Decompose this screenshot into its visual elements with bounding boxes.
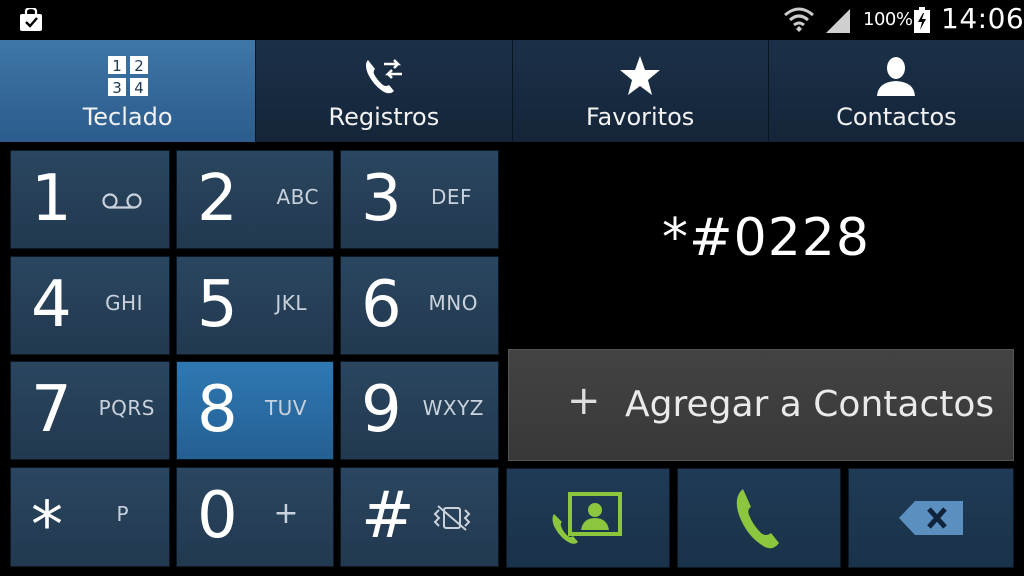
key-digit: 0: [197, 479, 238, 553]
svg-text:1: 1: [112, 57, 122, 75]
key-4[interactable]: 4 GHI: [10, 256, 170, 355]
key-hash[interactable]: #: [340, 467, 499, 567]
star-icon: [620, 56, 661, 95]
key-digit: *: [31, 489, 63, 563]
key-8[interactable]: 8 TUV: [176, 361, 334, 460]
keypad-icon: 1 2 3 4: [107, 56, 148, 97]
key-letters: GHI: [105, 291, 143, 315]
key-digit: 5: [197, 268, 238, 342]
key-letters: JKL: [275, 291, 307, 315]
status-bar: 100% 14:06: [0, 0, 1024, 40]
key-digit: 6: [361, 268, 402, 342]
voicemail-icon: [102, 193, 142, 209]
key-digit: 7: [31, 373, 72, 447]
tab-favoritos[interactable]: Favoritos: [512, 40, 769, 142]
key-letters: DEF: [430, 185, 472, 209]
key-6[interactable]: 6 MNO: [340, 256, 499, 355]
tab-label: Registros: [328, 103, 440, 131]
signal-strength-icon: [826, 9, 850, 33]
tab-contactos[interactable]: Contactos: [768, 40, 1024, 142]
dialer-tabs: 1 2 3 4 Teclado Registros Favoritos Cont…: [0, 40, 1024, 142]
key-digit: 1: [31, 162, 72, 236]
key-letters: MNO: [428, 291, 478, 315]
call-button[interactable]: [677, 468, 841, 568]
plus-icon: +: [567, 378, 601, 424]
svg-text:3: 3: [112, 79, 122, 97]
key-digit: #: [361, 479, 415, 553]
dialed-number-display: *#0228: [662, 208, 870, 268]
key-letters: ABC: [276, 185, 319, 209]
key-letters: TUV: [264, 396, 307, 420]
add-to-contacts-label: Agregar a Contactos: [625, 384, 995, 425]
wifi-icon: [784, 7, 814, 32]
clock: 14:06: [941, 2, 1024, 35]
video-call-button[interactable]: [506, 468, 670, 568]
battery-charging-icon: [914, 7, 930, 33]
key-letters: PQRS: [98, 396, 155, 420]
key-9[interactable]: 9 WXYZ: [340, 361, 499, 460]
tab-registros[interactable]: Registros: [256, 40, 513, 142]
key-digit: 3: [361, 162, 402, 236]
tab-label: Contactos: [836, 103, 957, 131]
svg-text:2: 2: [134, 57, 144, 75]
key-digit: 2: [197, 162, 238, 236]
key-star[interactable]: * P: [10, 467, 170, 567]
svg-text:4: 4: [134, 79, 144, 97]
tab-label: Favoritos: [585, 103, 695, 131]
key-letters: +: [273, 496, 299, 531]
battery-percentage: 100%: [863, 9, 913, 30]
key-0[interactable]: 0 +: [176, 467, 334, 567]
video-call-icon: [552, 492, 622, 544]
key-letters: P: [116, 502, 129, 526]
backspace-button[interactable]: [848, 468, 1014, 568]
call-log-icon: [365, 59, 402, 94]
vibrate-mute-icon: [433, 505, 471, 531]
contact-person-icon: [877, 57, 916, 96]
key-digit: 8: [197, 373, 238, 447]
key-1[interactable]: 1: [10, 150, 170, 249]
key-2[interactable]: 2 ABC: [176, 150, 334, 249]
key-7[interactable]: 7 PQRS: [10, 361, 170, 460]
key-3[interactable]: 3 DEF: [340, 150, 499, 249]
backspace-icon: [899, 501, 963, 535]
shopping-bag-notification-icon: [20, 8, 42, 31]
key-digit: 9: [361, 373, 402, 447]
key-5[interactable]: 5 JKL: [176, 256, 334, 355]
key-digit: 4: [31, 268, 72, 342]
tab-teclado[interactable]: 1 2 3 4 Teclado: [0, 40, 257, 142]
phone-icon: [736, 489, 779, 549]
tab-label: Teclado: [82, 103, 173, 131]
add-to-contacts-button[interactable]: + Agregar a Contactos: [508, 349, 1014, 461]
key-letters: WXYZ: [422, 396, 484, 420]
